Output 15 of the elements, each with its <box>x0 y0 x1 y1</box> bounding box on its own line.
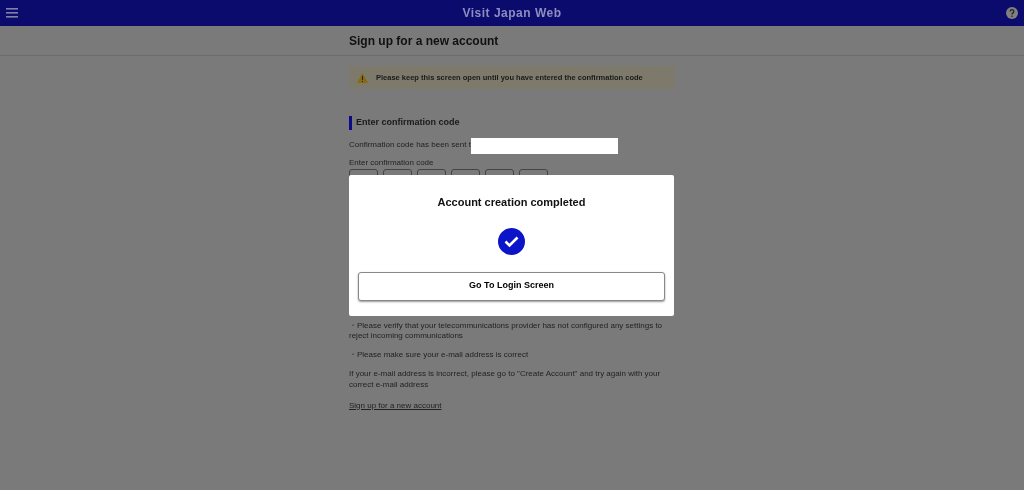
warning-icon <box>357 72 368 83</box>
menu-icon[interactable] <box>6 8 18 18</box>
check-icon <box>498 227 525 255</box>
page-title: Sign up for a new account <box>349 33 499 48</box>
note-text: ・Please make sure your e-mail address is correct <box>349 350 530 361</box>
section-heading: Enter confirmation code <box>349 116 675 130</box>
sign-up-link[interactable]: Sign up for a new account <box>349 400 442 410</box>
dialog-title: Account creation completed <box>437 195 586 210</box>
sent-message: Confirmation code has been sent t <box>349 140 471 152</box>
help-text: If your e-mail address is incorrect, please go to "Create Account" and try again with your correct e-mail address <box>349 368 662 391</box>
help-icon[interactable] <box>1006 7 1018 19</box>
login-button[interactable]: Go To Login Screen <box>358 271 665 301</box>
note-text: ・Please verify that your telecommunications provider has not configured any settings to reject incoming communications <box>349 320 664 343</box>
site-title: Visit Japan Web <box>462 5 562 22</box>
field-label: Enter confirmation code <box>349 157 435 169</box>
